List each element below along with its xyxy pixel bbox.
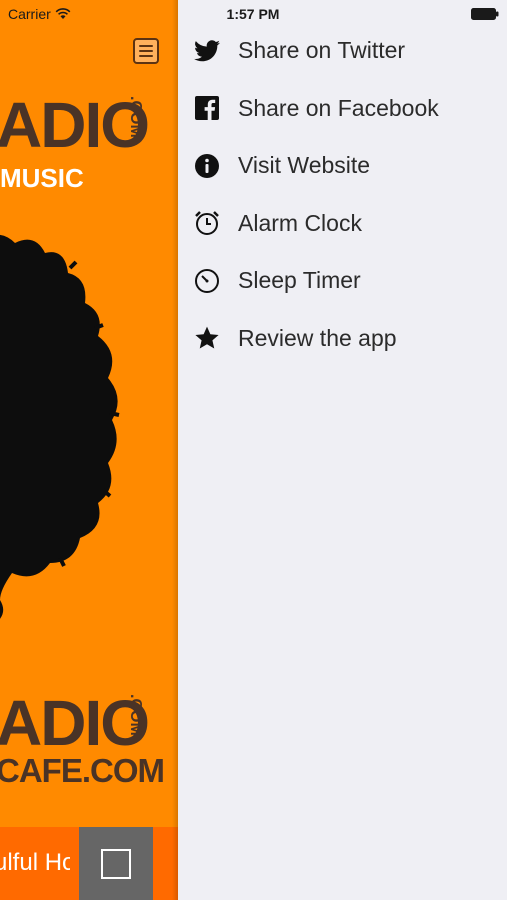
menu-bar-icon	[139, 50, 153, 52]
menu-bar-icon	[139, 55, 153, 57]
app-main-panel[interactable]: Carrier ADIO .COM MUSIC ADIO .COM CAFE.C…	[0, 0, 178, 900]
station-domain: CAFE.COM	[0, 752, 165, 789]
star-icon	[194, 325, 220, 351]
menu-item-label: Share on Facebook	[238, 94, 439, 121]
wifi-icon	[55, 8, 71, 19]
menu-item-share-facebook[interactable]: Share on Facebook	[178, 80, 507, 138]
now-playing-title: ulful Ho	[0, 849, 70, 876]
station-logo-top-com: .COM	[127, 96, 144, 138]
menu-item-label: Alarm Clock	[238, 209, 362, 236]
timer-icon	[194, 268, 220, 294]
afro-silhouette-icon	[0, 234, 120, 619]
status-bar-carrier: Carrier	[8, 6, 71, 22]
menu-item-visit-website[interactable]: Visit Website	[178, 137, 507, 195]
twitter-icon	[194, 38, 220, 64]
menu-item-label: Sleep Timer	[238, 267, 361, 294]
station-tagline: MUSIC	[0, 163, 84, 193]
menu-item-review-app[interactable]: Review the app	[178, 310, 507, 368]
menu-item-label: Review the app	[238, 324, 397, 351]
stop-icon	[101, 848, 131, 879]
hamburger-menu-button[interactable]	[133, 38, 159, 64]
menu-item-label: Visit Website	[238, 152, 371, 179]
menu-item-sleep-timer[interactable]: Sleep Timer	[178, 252, 507, 310]
carrier-label: Carrier	[8, 6, 51, 22]
station-logo-bottom-com: .COM	[127, 694, 144, 736]
player-bar: ulful Ho	[0, 827, 178, 900]
status-bar-time: 1:57 PM	[226, 6, 280, 22]
menu-list: Share on Twitter Share on Facebook Visit…	[178, 22, 507, 367]
menu-item-share-twitter[interactable]: Share on Twitter	[178, 22, 507, 80]
facebook-icon	[194, 95, 220, 121]
info-icon	[194, 153, 220, 179]
side-menu: 1:57 PM Share on Twitter Share on Facebo…	[178, 0, 507, 900]
menu-item-alarm-clock[interactable]: Alarm Clock	[178, 195, 507, 253]
stop-button[interactable]	[79, 827, 153, 900]
menu-bar-icon	[139, 45, 153, 47]
battery-icon	[471, 8, 499, 20]
menu-item-label: Share on Twitter	[238, 37, 406, 64]
alarm-clock-icon	[194, 210, 220, 236]
